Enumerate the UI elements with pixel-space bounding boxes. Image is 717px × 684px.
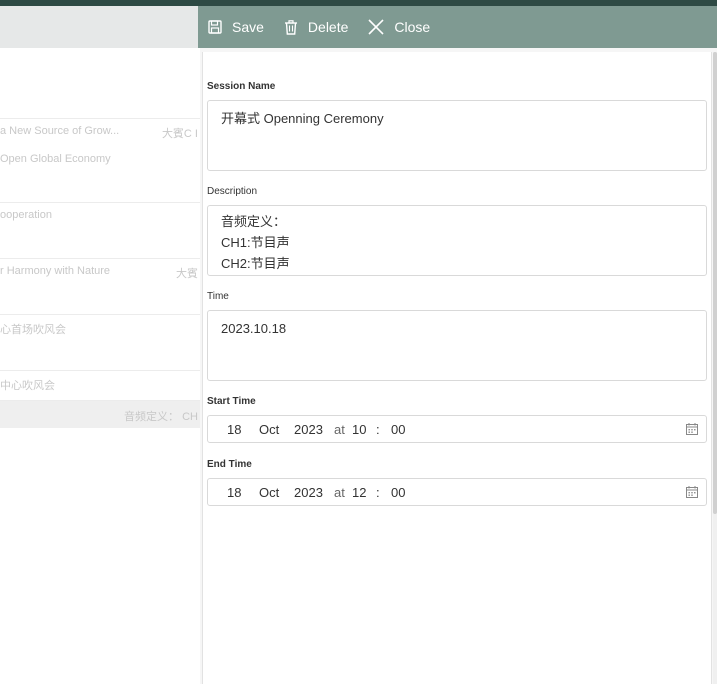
end-month[interactable]: Oct	[259, 485, 279, 500]
list-item-selected[interactable]: 音频定义： CH	[0, 400, 200, 428]
list-item-location: 大賓C I	[161, 128, 198, 140]
save-label: Save	[232, 19, 264, 35]
background-list-header	[0, 6, 200, 48]
start-hour[interactable]: 10	[352, 422, 366, 437]
start-time-separator: :	[376, 422, 380, 437]
list-item-location: 大賓	[176, 268, 198, 280]
description-label: Description	[207, 186, 258, 197]
end-time-separator: :	[376, 485, 380, 500]
start-at-text: at	[334, 422, 345, 437]
start-minute[interactable]: 00	[391, 422, 405, 437]
session-name-value: 开幕式 Openning Ceremony	[221, 111, 384, 126]
description-field[interactable]: 音频定义： CH1:节目声 CH2:节目声	[207, 205, 707, 276]
list-item-title: 心首场吹风会	[0, 324, 66, 336]
calendar-icon[interactable]	[686, 423, 698, 435]
time-value: 2023.10.18	[221, 321, 287, 336]
start-day[interactable]: 18	[227, 422, 241, 437]
background-list: a New Source of Grow... 大賓C I Open Globa…	[0, 48, 200, 684]
save-button[interactable]: Save	[208, 19, 264, 35]
list-item-title: ooperation	[0, 209, 52, 221]
session-name-field[interactable]: 开幕式 Openning Ceremony	[207, 100, 707, 171]
list-item-subtitle: Open Global Economy	[0, 153, 111, 165]
trash-icon	[284, 19, 297, 35]
list-item[interactable]: 心首场吹风会	[0, 314, 200, 370]
time-label: Time	[207, 291, 229, 302]
description-line: CH2:节目声	[221, 256, 290, 271]
end-day[interactable]: 18	[227, 485, 241, 500]
session-name-label: Session Name	[207, 81, 276, 92]
panel-toolbar: Save Delete Close	[198, 6, 717, 48]
floppy-disk-icon	[208, 20, 222, 34]
start-year[interactable]: 2023	[294, 422, 323, 437]
start-time-label: Start Time	[207, 396, 256, 407]
list-item-title: 中心吹风会	[0, 380, 55, 392]
end-time-picker[interactable]: 18 Oct 2023 at 12 : 00	[207, 478, 707, 506]
end-time-label: End Time	[207, 459, 252, 470]
close-label: Close	[394, 19, 431, 35]
close-icon	[368, 19, 384, 35]
close-button[interactable]: Close	[368, 19, 430, 35]
list-item-title: r Harmony with Nature	[0, 265, 111, 277]
list-item[interactable]: a New Source of Grow... 大賓C I Open Globa…	[0, 118, 200, 174]
delete-button[interactable]: Delete	[284, 19, 348, 35]
description-line: 音频定义：	[221, 214, 287, 229]
calendar-icon[interactable]	[686, 486, 698, 498]
start-time-picker[interactable]: 18 Oct 2023 at 10 : 00	[207, 415, 707, 443]
description-line: CH1:节目声	[221, 235, 290, 250]
end-hour[interactable]: 12	[352, 485, 366, 500]
list-item-description: 音频定义： CH	[124, 411, 198, 423]
time-field[interactable]: 2023.10.18	[207, 310, 707, 381]
panel-scrollbar-thumb[interactable]	[713, 52, 717, 514]
end-year[interactable]: 2023	[294, 485, 323, 500]
end-minute[interactable]: 00	[391, 485, 405, 500]
list-item[interactable]: r Harmony with Nature 大賓	[0, 258, 200, 314]
list-item-title: a New Source of Grow...	[0, 125, 120, 137]
list-item[interactable]: ooperation	[0, 202, 200, 258]
end-at-text: at	[334, 485, 345, 500]
start-month[interactable]: Oct	[259, 422, 279, 437]
delete-label: Delete	[307, 19, 349, 35]
